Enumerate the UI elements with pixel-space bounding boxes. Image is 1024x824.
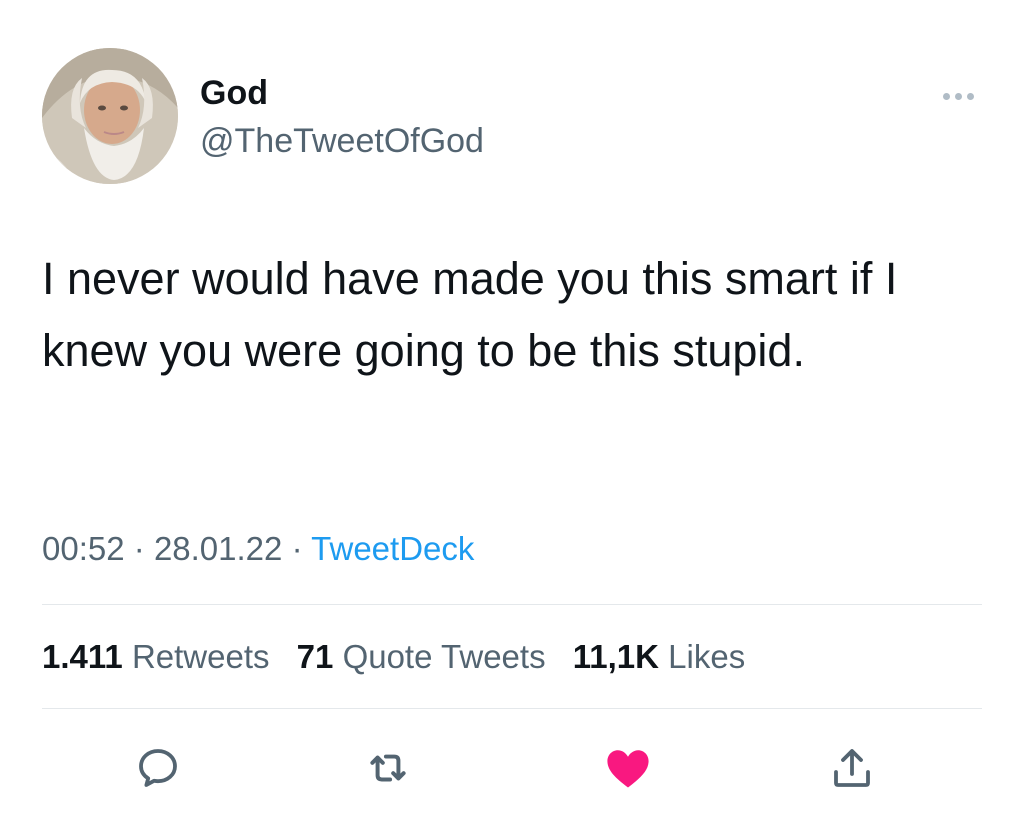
more-dot [967, 92, 974, 100]
tweet-actions [0, 730, 1024, 810]
quote-tweets-count: 71 [296, 638, 334, 675]
retweet-button[interactable] [358, 738, 418, 798]
likes-stat[interactable]: 11,1K Likes [573, 638, 745, 675]
more-dot [955, 92, 962, 100]
avatar[interactable] [42, 48, 178, 184]
share-icon [834, 749, 870, 787]
tweet-text: I never would have made you this smart i… [42, 253, 898, 376]
quote-tweets-stat[interactable]: 71 Quote Tweets [297, 638, 546, 675]
retweet-icon [370, 754, 406, 782]
tweet-metadata: 00:52 · 28.01.22 · TweetDeck [42, 530, 474, 568]
author-display-name[interactable]: God [200, 74, 268, 113]
tweet-source-link[interactable]: TweetDeck [311, 530, 474, 567]
tweet-time[interactable]: 00:52 [42, 530, 125, 567]
heart-filled-icon [607, 750, 649, 788]
avatar-image [42, 48, 178, 184]
quote-tweets-label: Quote Tweets [342, 638, 546, 675]
author-handle[interactable]: @TheTweetOfGod [200, 122, 484, 161]
tweet-header: God @TheTweetOfGod [42, 48, 982, 188]
share-button[interactable] [822, 738, 882, 798]
more-horizontal-icon [943, 92, 950, 100]
reply-icon [139, 749, 177, 787]
reply-button[interactable] [128, 738, 188, 798]
tweet-date[interactable]: 28.01.22 [154, 530, 282, 567]
tweet-stats: 1.411 Retweets 71 Quote Tweets 11,1K Lik… [42, 638, 763, 676]
retweets-label: Retweets [131, 638, 270, 675]
divider [42, 708, 982, 709]
like-button[interactable] [598, 738, 658, 798]
meta-separator: · [133, 530, 145, 567]
likes-label: Likes [668, 638, 746, 675]
meta-separator: · [291, 530, 303, 567]
likes-count: 11,1K [572, 638, 659, 675]
retweets-count: 1.411 [42, 638, 123, 675]
more-options-button[interactable] [943, 88, 974, 104]
divider [42, 604, 982, 605]
retweets-stat[interactable]: 1.411 Retweets [42, 638, 270, 675]
